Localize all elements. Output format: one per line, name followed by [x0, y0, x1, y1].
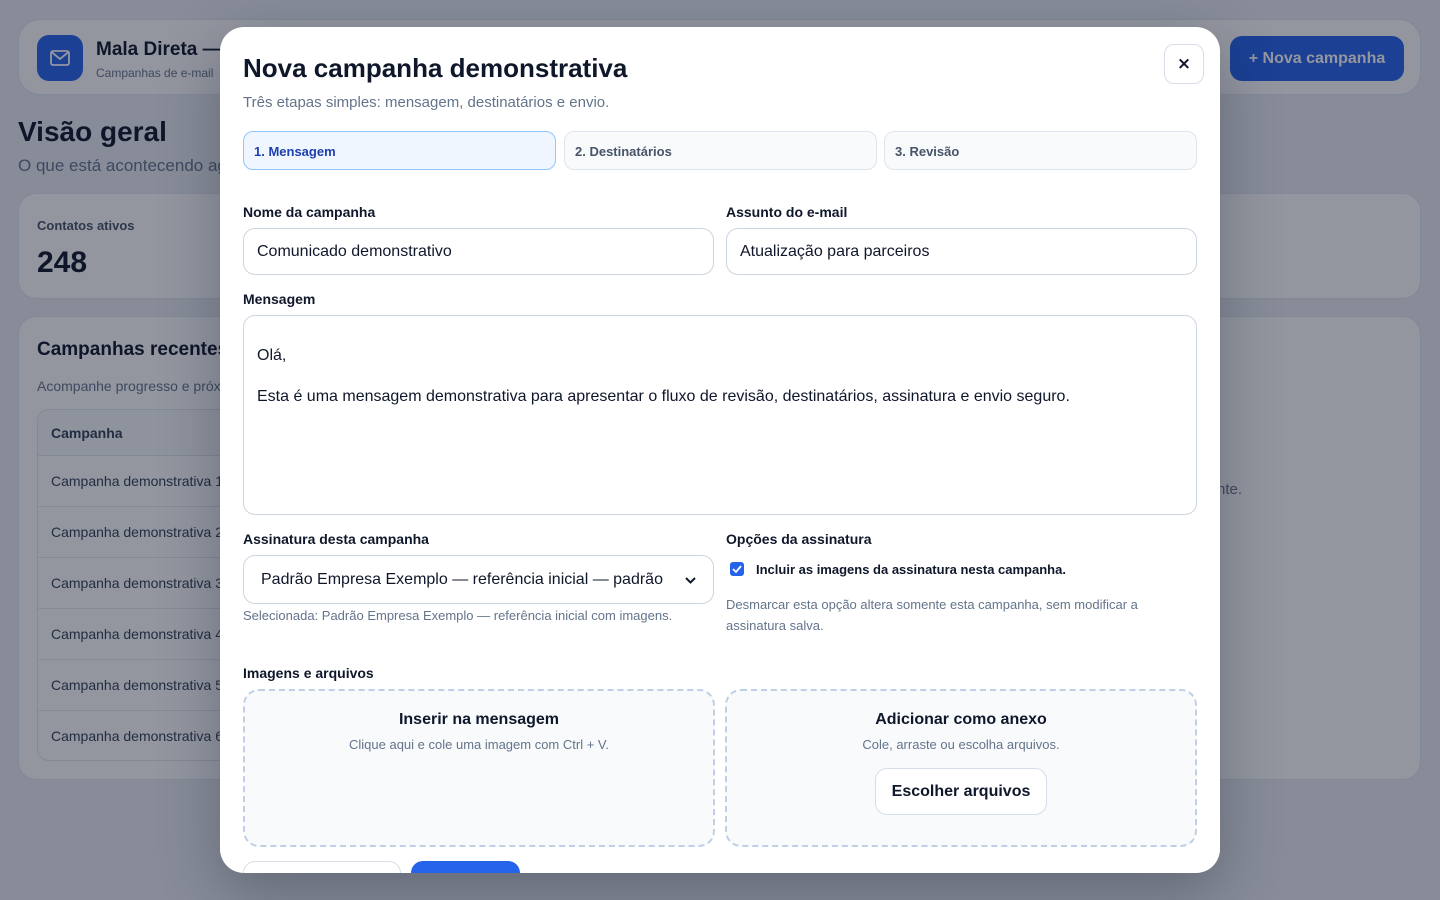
files-label: Imagens e arquivos	[243, 665, 374, 681]
message-label: Mensagem	[243, 291, 316, 307]
dropzone-hint: Cole, arraste ou escolha arquivos.	[862, 737, 1060, 752]
dropzone-title: Inserir na mensagem	[398, 711, 560, 728]
check-icon	[732, 565, 742, 573]
dropzone-hint: Clique aqui e cole uma imagem com Ctrl +…	[349, 737, 609, 752]
signature-label: Assinatura desta campanha	[243, 531, 429, 547]
include-images-hint: Desmarcar esta opção altera somente esta…	[726, 597, 1138, 633]
choose-files-button[interactable]: Escolher arquivos	[875, 768, 1047, 815]
signature-hint: Selecionada: Padrão Empresa Exemplo — re…	[243, 608, 673, 623]
include-images-label[interactable]: Incluir as imagens da assinatura nesta c…	[756, 562, 1066, 577]
email-subject-input[interactable]	[726, 228, 1197, 275]
footer-secondary-button[interactable]	[243, 861, 401, 873]
signature-selected-value: Padrão Empresa Exemplo — referência inic…	[261, 570, 663, 588]
footer-primary-button[interactable]	[411, 861, 520, 873]
include-images-checkbox[interactable]	[730, 562, 744, 576]
step-recipients[interactable]: 2. Destinatários	[564, 131, 877, 170]
insert-in-message-dropzone[interactable]: Inserir na mensagem Clique aqui e cole u…	[243, 689, 715, 847]
close-icon: ×	[1176, 54, 1192, 74]
message-line: Olá,	[257, 347, 287, 364]
close-button[interactable]: ×	[1164, 44, 1204, 84]
new-campaign-modal: Nova campanha demonstrativa Três etapas …	[220, 27, 1220, 873]
dropzone-title: Adicionar como anexo	[875, 711, 1047, 728]
modal-title: Nova campanha demonstrativa	[243, 53, 628, 83]
email-subject-label: Assunto do e-mail	[726, 204, 848, 220]
campaign-name-label: Nome da campanha	[243, 204, 376, 220]
step-message[interactable]: 1. Mensagem	[243, 131, 556, 170]
attachment-dropzone[interactable]: Adicionar como anexo Cole, arraste ou es…	[725, 689, 1197, 847]
step-review[interactable]: 3. Revisão	[884, 131, 1197, 170]
campaign-name-input[interactable]	[243, 228, 714, 275]
signature-select[interactable]: Padrão Empresa Exemplo — referência inic…	[243, 555, 714, 604]
message-line: Esta é uma mensagem demonstrativa para a…	[257, 388, 1070, 405]
modal-subtitle: Três etapas simples: mensagem, destinatá…	[243, 94, 610, 111]
message-textarea[interactable]: Olá, Esta é uma mensagem demonstrativa p…	[243, 315, 1197, 515]
chevron-down-icon	[685, 573, 696, 587]
signature-options-label: Opções da assinatura	[726, 531, 872, 547]
